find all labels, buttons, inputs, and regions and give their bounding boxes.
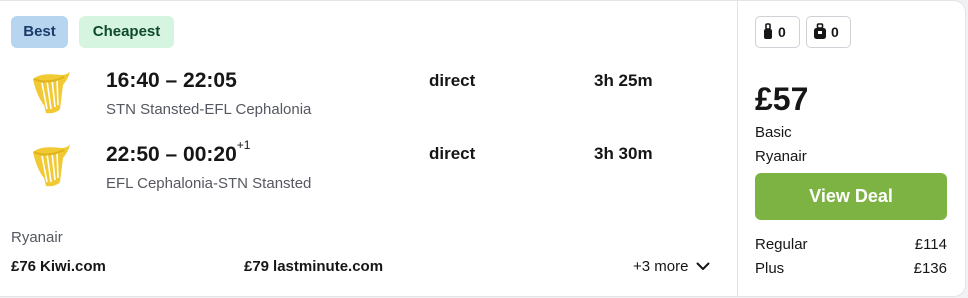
best-badge: Best bbox=[11, 16, 68, 48]
day-offset: +1 bbox=[236, 138, 251, 152]
leg-2-stops: direct bbox=[429, 144, 476, 163]
alt-price: £79 bbox=[244, 258, 270, 275]
leg-1-times: 16:40 – 22:05 bbox=[106, 69, 237, 92]
ryanair-harp-logo-icon bbox=[30, 142, 72, 190]
leg-1-stops: direct bbox=[429, 71, 476, 90]
airline-name: Ryanair bbox=[11, 229, 63, 246]
leg-2-route: EFL Cephalonia-STN Stansted bbox=[106, 175, 312, 192]
fare-option-price: £114 bbox=[914, 236, 947, 253]
carry-on-bag-icon bbox=[814, 23, 826, 39]
alt-deal-kiwi[interactable]: £76 Kiwi.com bbox=[11, 258, 106, 275]
seller-name: Ryanair bbox=[755, 148, 807, 165]
view-deal-button[interactable]: View Deal bbox=[755, 173, 947, 220]
ryanair-harp-logo-icon bbox=[30, 69, 72, 117]
fare-type: Basic bbox=[755, 124, 792, 141]
fare-option-name: Regular bbox=[755, 236, 808, 253]
fare-option-name: Plus bbox=[755, 260, 785, 277]
personal-bag-count: 0 bbox=[778, 24, 786, 40]
leg-1-route: STN Stansted-EFL Cephalonia bbox=[106, 101, 312, 118]
flight-result-card[interactable]: Best Cheapest 16:40 – 22:05 STN Stansted… bbox=[0, 0, 966, 297]
cheapest-badge: Cheapest bbox=[79, 16, 174, 48]
divider bbox=[737, 1, 738, 296]
leg-2-times: 22:50 – 00:20+1 bbox=[106, 138, 251, 166]
carry-on-bag-fee[interactable]: 0 bbox=[806, 16, 851, 48]
alt-site: lastminute.com bbox=[273, 258, 384, 275]
leg-2-duration: 3h 30m bbox=[594, 144, 653, 163]
personal-bag-icon bbox=[764, 23, 772, 39]
alt-deal-lastminute[interactable]: £79 lastminute.com bbox=[244, 258, 383, 275]
fare-option-price: £136 bbox=[913, 260, 947, 277]
chevron-down-icon bbox=[696, 262, 710, 270]
alt-price: £76 bbox=[11, 258, 37, 275]
fare-option-plus[interactable]: Plus £136 bbox=[755, 260, 947, 277]
personal-bag-fee[interactable]: 0 bbox=[755, 16, 800, 48]
deal-price: £57 bbox=[755, 81, 809, 117]
fare-option-regular[interactable]: Regular £114 bbox=[755, 236, 947, 253]
more-label: +3 more bbox=[633, 258, 689, 275]
carry-on-bag-count: 0 bbox=[831, 24, 839, 40]
alt-site: Kiwi.com bbox=[40, 258, 106, 275]
more-deals-toggle[interactable]: +3 more bbox=[633, 258, 710, 275]
leg-1-duration: 3h 25m bbox=[594, 71, 653, 90]
